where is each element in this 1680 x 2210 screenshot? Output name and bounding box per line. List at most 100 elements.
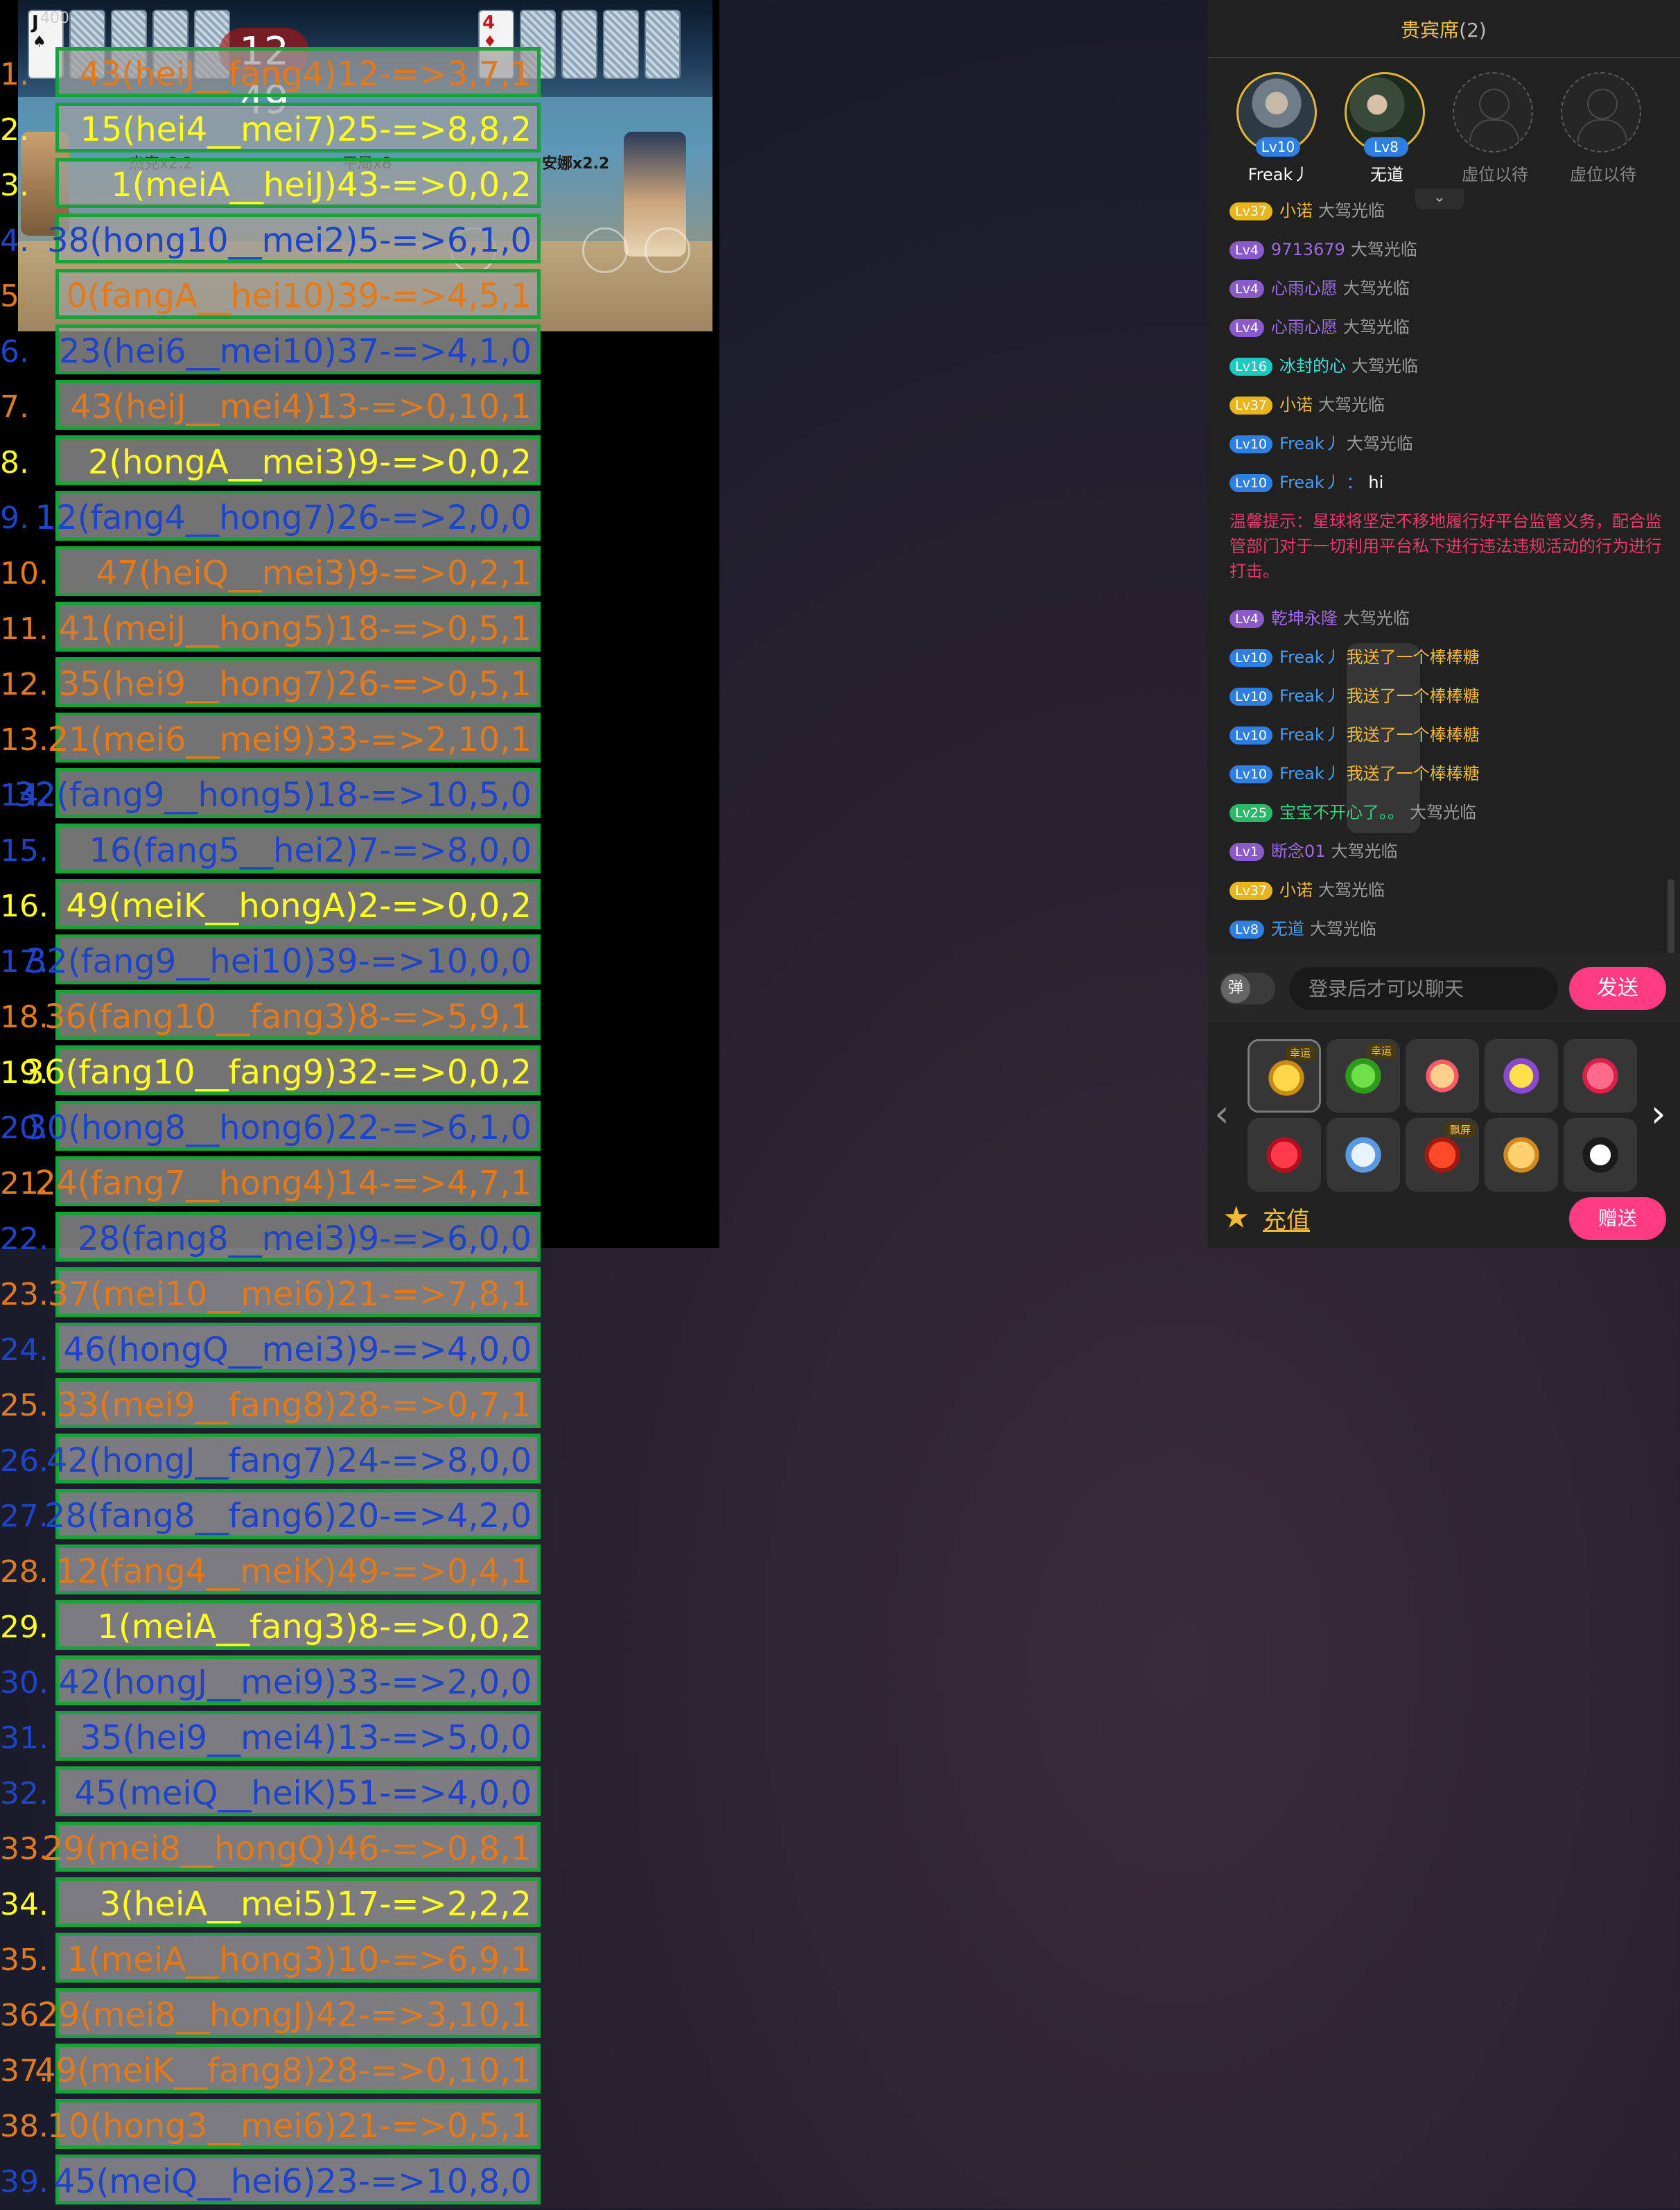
row-box: 45(meiQ__hei6)23-=>10,8,0: [54, 2155, 541, 2204]
level-badge: Lv25: [1230, 804, 1273, 822]
danmu-knob: 弹: [1221, 974, 1250, 1003]
chat-username[interactable]: 9713679: [1271, 240, 1345, 259]
chat-message-list[interactable]: 温馨提示：星球将坚定不移地履行好平台监管义务，配合监管部门对于一切利用平台私下进…: [1207, 195, 1680, 944]
chat-message: Lv37 小诺 大驾光临: [1230, 391, 1385, 415]
list-item: 18. 36(fang10__fang3)8-=>5,9,1: [0, 990, 548, 1045]
gift-crystal[interactable]: [1327, 1118, 1400, 1192]
vip-seat-1[interactable]: Lv10 Freak丿: [1234, 69, 1324, 187]
chat-username[interactable]: 小诺: [1279, 201, 1313, 220]
row-number: 27.: [0, 1499, 49, 1534]
chat-username[interactable]: Freak丿 ：: [1279, 473, 1363, 492]
list-item: 8. 2(hongA__mei3)9-=>0,0,2: [0, 435, 548, 491]
gift-penguin[interactable]: [1564, 1118, 1637, 1192]
list-item: 30. 42(hongJ__mei9)33-=>2,0,0: [0, 1655, 548, 1711]
gift-sports-car[interactable]: 飘屏: [1406, 1118, 1479, 1192]
row-box: 3(heiA__mei5)17-=>2,2,2: [55, 1877, 541, 1927]
row-number: 18.: [0, 1000, 49, 1035]
row-text: 42(hongJ__fang7)24-=>8,0,0: [46, 1441, 532, 1480]
vip-section-title: 贵宾席(2): [1207, 15, 1680, 43]
chat-username[interactable]: 宝宝不开心了。。: [1279, 803, 1404, 822]
chat-message: Lv37 小诺 大驾光临: [1230, 197, 1385, 221]
level-badge: Lv37: [1230, 202, 1273, 220]
gift-cat[interactable]: [1485, 1118, 1558, 1192]
row-box: 21(mei6__mei9)33-=>2,10,1: [48, 713, 541, 763]
chat-username[interactable]: Freak丿: [1279, 647, 1341, 667]
row-text: 43(heiJ__mei4)13-=>0,10,1: [70, 388, 532, 426]
row-number: 39.: [0, 2164, 49, 2200]
send-button[interactable]: 发送: [1569, 967, 1666, 1010]
list-item: 7. 43(heiJ__mei4)13-=>0,10,1: [0, 380, 548, 435]
list-item: 23. 37(mei10__mei6)21-=>7,8,1: [0, 1267, 548, 1323]
chat-message: Lv37 小诺 大驾光临: [1230, 876, 1385, 900]
row-text: 1(meiA__fang3)8-=>0,0,2: [97, 1608, 532, 1646]
row-box: 43(heiJ__mei4)13-=>0,10,1: [55, 380, 541, 430]
row-number: 31.: [0, 1721, 49, 1756]
chat-username[interactable]: 心雨心愿: [1271, 317, 1338, 337]
chat-username[interactable]: 冰封的心: [1279, 356, 1346, 376]
chat-input-bar: 弹 发送: [1207, 953, 1680, 1023]
gift-emoji-phone[interactable]: [1485, 1039, 1558, 1113]
level-badge: Lv4: [1230, 241, 1264, 259]
gift-kiss[interactable]: [1248, 1118, 1321, 1192]
chat-username[interactable]: Freak丿: [1279, 434, 1341, 453]
chat-message: Lv10 Freak丿 我送了一个棒棒糖: [1230, 682, 1480, 756]
chat-username[interactable]: 乾坤永隆: [1271, 609, 1338, 628]
row-number: 24.: [0, 1332, 49, 1368]
chat-username[interactable]: 断念01: [1271, 842, 1326, 861]
vip-seat-2[interactable]: Lv8 无道: [1342, 69, 1432, 187]
chevron-left-icon[interactable]: ‹: [1214, 1092, 1230, 1136]
chat-username[interactable]: 心雨心愿: [1271, 279, 1338, 298]
lips-icon: [1263, 1134, 1305, 1176]
row-text: 35(hei9__mei4)13-=>5,0,0: [80, 1719, 532, 1757]
sound-button[interactable]: [582, 227, 628, 273]
expand-button[interactable]: [645, 227, 690, 273]
chevron-right-icon[interactable]: ›: [1651, 1092, 1666, 1136]
give-button[interactable]: 赠送: [1569, 1197, 1666, 1240]
empty-seat-icon[interactable]: [1561, 72, 1641, 153]
list-item: 20. 30(hong8__hong6)22-=>6,1,0: [0, 1101, 548, 1156]
chat-username[interactable]: 小诺: [1279, 395, 1313, 415]
row-text: 3(heiA__mei5)17-=>2,2,2: [99, 1885, 532, 1924]
level-badge: Lv10: [1230, 435, 1273, 453]
row-number: 4.: [0, 223, 29, 259]
vip-seat-4[interactable]: 虚位以待: [1558, 69, 1648, 187]
row-text: 12(fang4__hong7)26-=>2,0,0: [35, 498, 532, 537]
vip-seat-3[interactable]: 虚位以待: [1450, 69, 1540, 187]
row-text: 1(meiA__hong3)10-=>6,9,1: [67, 1940, 532, 1979]
chip-counter: 400: [40, 10, 69, 27]
danmu-toggle[interactable]: 弹: [1220, 973, 1275, 1004]
row-box: 36(fang10__fang9)32-=>0,0,2: [23, 1045, 541, 1095]
gift-lucky-bouquet[interactable]: 幸运: [1248, 1039, 1321, 1113]
list-item: 34. 3(heiA__mei5)17-=>2,2,2: [0, 1877, 548, 1933]
recharge-link[interactable]: 充值: [1263, 1201, 1310, 1235]
divider: [1207, 57, 1680, 58]
row-text: 32(fang9__hong5)18-=>10,5,0: [14, 776, 532, 815]
list-item: 27. 28(fang8__fang6)20-=>4,2,0: [0, 1489, 548, 1545]
row-box: 29(mei8__hongJ)42-=>3,10,1: [37, 1988, 541, 2038]
chat-username[interactable]: Freak丿: [1279, 764, 1341, 783]
row-box: 30(hong8__hong6)22-=>6,1,0: [26, 1101, 541, 1151]
list-item: 29. 1(meiA__fang3)8-=>0,0,2: [0, 1600, 548, 1655]
row-box: 43(heiJ__fang4)12-=>3,7,1: [55, 47, 541, 97]
chat-input[interactable]: [1289, 967, 1558, 1010]
seat-name: 虚位以待: [1570, 165, 1636, 184]
empty-seat-icon[interactable]: [1453, 72, 1533, 153]
chat-username[interactable]: Freak丿: [1279, 686, 1341, 706]
row-box: 47(heiQ__mei3)9-=>0,2,1: [55, 546, 541, 596]
row-box: 42(hongJ__fang7)24-=>8,0,0: [46, 1434, 541, 1484]
chat-username[interactable]: 小诺: [1279, 880, 1313, 900]
chat-username[interactable]: Freak丿: [1279, 725, 1341, 745]
chat-scrollbar[interactable]: [1668, 879, 1674, 955]
row-box: 12(fang4__hong7)26-=>2,0,0: [35, 491, 541, 541]
row-text: 29(mei8__hongJ)42-=>3,10,1: [37, 1996, 532, 2035]
row-box: 28(fang8__fang6)20-=>4,2,0: [44, 1489, 541, 1539]
row-number: 15.: [0, 833, 49, 869]
row-text: 36(fang10__fang3)8-=>5,9,1: [44, 998, 532, 1036]
row-text: 10(hong3__mei6)21-=>0,5,1: [47, 2107, 532, 2146]
row-number: 34.: [0, 1887, 49, 1922]
gift-finger-heart[interactable]: [1406, 1039, 1479, 1113]
level-badge: Lv37: [1230, 882, 1273, 900]
gift-lucky-clover[interactable]: 幸运: [1327, 1039, 1400, 1113]
gift-double-heart[interactable]: [1564, 1039, 1637, 1113]
chat-username[interactable]: 无道: [1271, 919, 1304, 939]
